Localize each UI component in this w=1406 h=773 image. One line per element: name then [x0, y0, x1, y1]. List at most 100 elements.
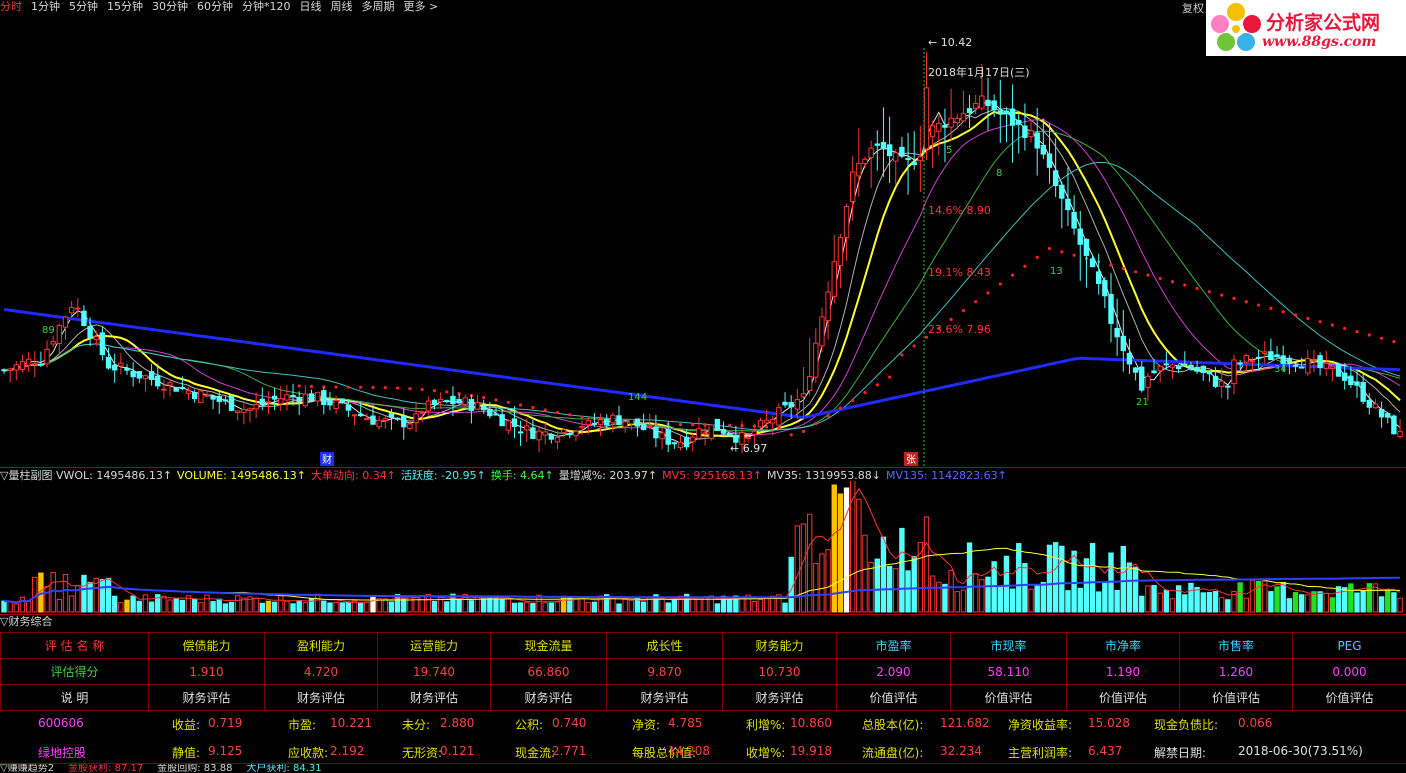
sar-dot — [986, 291, 990, 295]
score-cell: 2.090 — [836, 658, 951, 685]
volume-bar — [911, 556, 917, 613]
volume-bar — [1003, 555, 1010, 613]
detail-value: 0.719 — [208, 716, 243, 730]
candle-down — [511, 418, 518, 427]
volume-bar — [1323, 592, 1329, 613]
candle-down — [782, 401, 788, 406]
candle-down — [683, 436, 690, 448]
period-tab[interactable]: 15分钟 — [107, 0, 143, 13]
candle-down — [640, 423, 647, 431]
detail-value: 121.682 — [940, 716, 990, 730]
period-tab[interactable]: 周线 — [331, 0, 353, 13]
detail-label: 流通盘(亿): — [862, 746, 924, 760]
candle-up — [696, 428, 702, 439]
volume-bar — [333, 601, 339, 613]
candle-down — [874, 143, 880, 146]
period-tab[interactable]: 日线 — [300, 0, 322, 13]
volume-chart[interactable] — [0, 481, 1406, 613]
volume-bar — [763, 597, 770, 613]
period-tab[interactable]: 多周期 — [362, 0, 395, 13]
candle-down — [136, 371, 143, 379]
period-tab[interactable]: 分钟*120 — [242, 0, 291, 13]
candle-down — [444, 400, 450, 403]
period-tab[interactable]: 60分钟 — [197, 0, 233, 13]
candle-down — [1274, 354, 1280, 358]
candle-up — [837, 237, 844, 267]
volume-bar — [567, 596, 573, 613]
period-tab[interactable]: 分时 — [0, 0, 22, 13]
sar-dot — [1232, 296, 1236, 301]
financial-header-cell: 成长性 — [606, 632, 723, 659]
candle-down — [1089, 258, 1096, 268]
period-tab[interactable]: 更多 > — [404, 0, 439, 13]
volume-bar — [671, 598, 678, 613]
volume-bar — [1335, 586, 1342, 613]
volume-bar — [105, 577, 112, 613]
volume-bar — [843, 487, 850, 613]
period-tab[interactable]: 1分钟 — [31, 0, 60, 13]
volume-bar — [1175, 585, 1182, 613]
sar-dot — [998, 282, 1002, 286]
candle-down — [1096, 271, 1102, 284]
sar-dot — [432, 389, 437, 393]
candle-down — [1342, 372, 1348, 381]
sar-dot — [519, 403, 523, 407]
volume-bar — [431, 601, 438, 613]
volume-bar — [1077, 587, 1083, 613]
sar-dot — [1318, 320, 1322, 324]
volume-bar — [524, 601, 530, 613]
sar-dot — [838, 406, 843, 410]
volume-bar — [1292, 592, 1299, 613]
volume-bar — [530, 602, 536, 613]
candle-down — [1077, 228, 1083, 245]
sar-dot — [1121, 266, 1125, 271]
volume-bar — [751, 601, 757, 613]
financial-detail-row-1: 600606 收益: 0.719 市盈: 10.221 未分: 2.880 公积: 0.740 净… — [0, 716, 1406, 736]
sar-dot — [900, 353, 904, 357]
financial-detail-row-2: 绿地控股 静值: 9.125 应收款: 2.192 无形资: 0.121 现金流: 2.771 每… — [0, 744, 1406, 764]
volume-bar — [640, 601, 647, 613]
volume-bar — [382, 598, 389, 613]
period-tab[interactable]: 30分钟 — [152, 0, 188, 13]
candle-down — [112, 364, 118, 371]
detail-label: 收增%: — [746, 746, 786, 760]
volume-bar — [204, 594, 210, 613]
sar-dot — [1146, 273, 1150, 277]
volume-bar — [714, 603, 721, 613]
candle-up — [973, 102, 979, 109]
candle-down — [1385, 413, 1391, 418]
candle-up — [1372, 403, 1379, 409]
detail-value: 32.234 — [940, 744, 982, 758]
volume-bar — [370, 594, 376, 613]
candle-down — [880, 141, 887, 150]
candle-up — [1028, 130, 1034, 138]
restore-rights-button[interactable]: 复权 — [1180, 0, 1206, 16]
volume-bar — [222, 603, 229, 613]
candlestick-chart[interactable]: ← 10.42 ← 6.97 2018年1月17日(三) 14.6% 8.90 19.1… — [0, 18, 1406, 466]
candle-down — [1016, 119, 1022, 125]
detail-value: 0.740 — [552, 716, 587, 730]
volume-bar — [216, 598, 222, 613]
detail-label: 现金流: — [515, 746, 556, 760]
candle-down — [1182, 363, 1188, 367]
detail-label: 总股本(亿): — [862, 718, 924, 732]
volume-bar — [1145, 585, 1151, 613]
sar-dot — [1195, 286, 1199, 291]
candle-down — [148, 371, 155, 380]
candle-up — [806, 376, 813, 391]
sar-dot — [1047, 246, 1052, 251]
candle-up — [831, 261, 837, 297]
volume-bar — [296, 600, 302, 613]
sar-dot — [396, 386, 400, 390]
candle-down — [259, 398, 266, 406]
candle-down — [1335, 363, 1342, 377]
volume-bar — [1385, 589, 1391, 613]
candle-up — [437, 398, 444, 403]
score-cell: 66.860 — [490, 658, 607, 685]
sar-dot — [801, 429, 806, 433]
candle-up — [284, 394, 290, 401]
period-tab[interactable]: 5分钟 — [69, 0, 98, 13]
volume-bar — [259, 602, 266, 613]
detail-label: 公积: — [515, 718, 544, 732]
volume-bar — [628, 599, 634, 613]
